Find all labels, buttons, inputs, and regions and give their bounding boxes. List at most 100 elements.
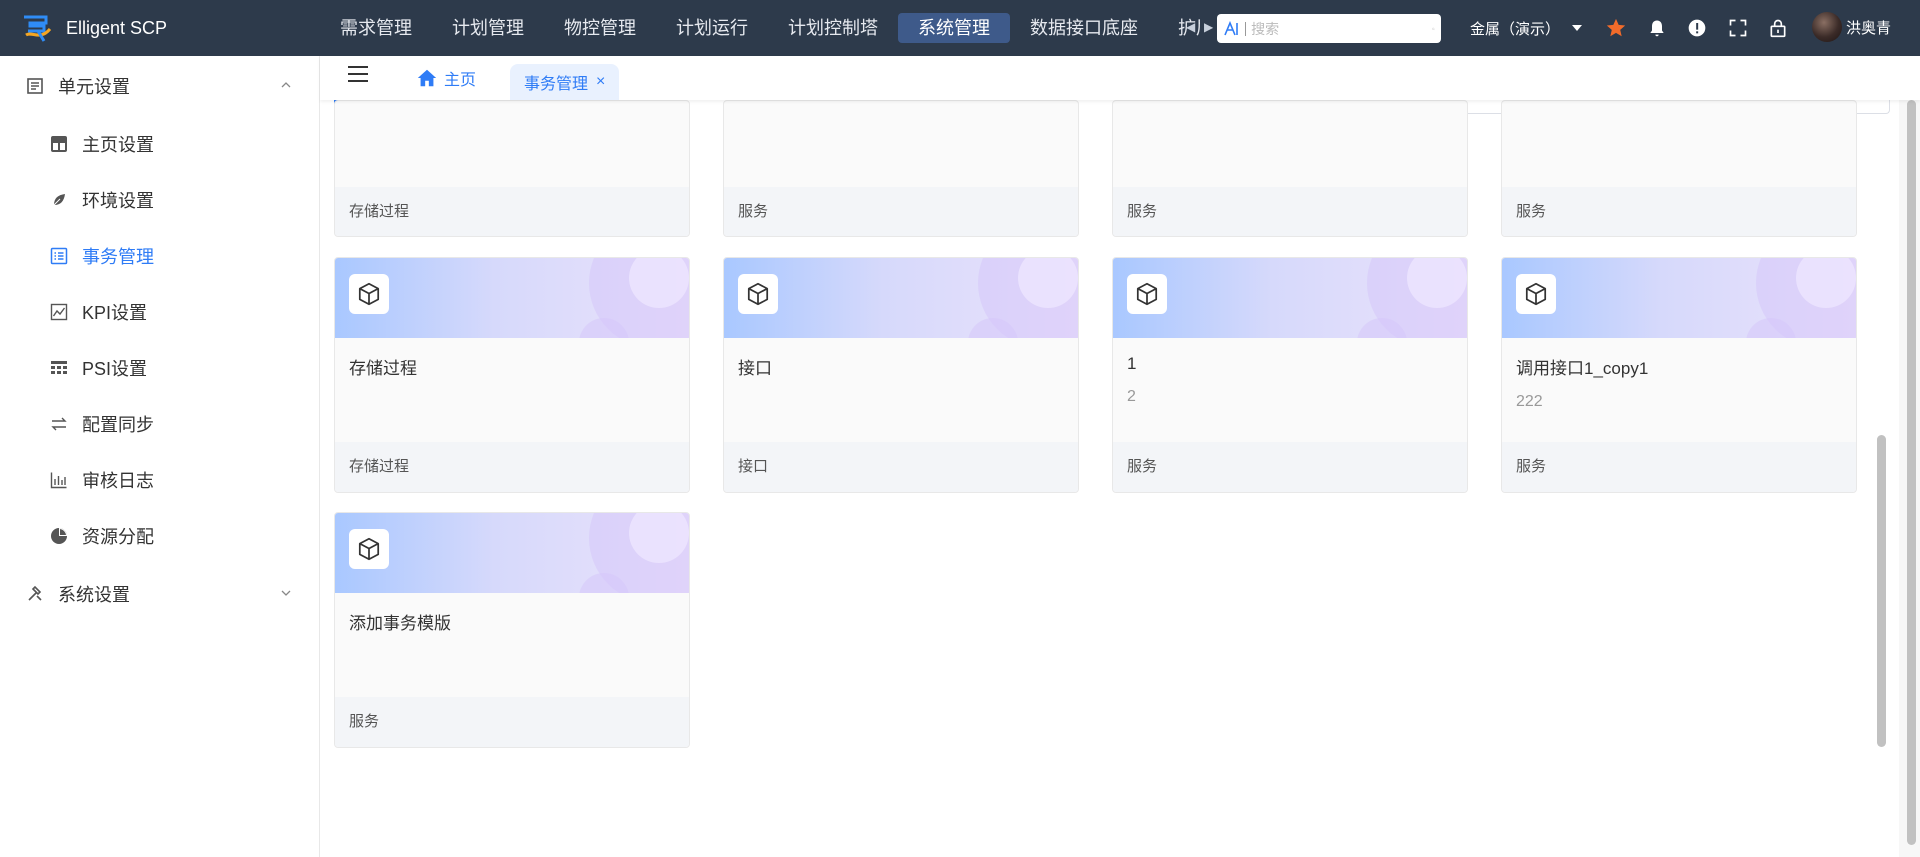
add-transaction-template-card[interactable]: 添加事务模版 服务	[334, 512, 690, 748]
logo-icon	[24, 15, 52, 42]
transaction-card[interactable]: 1 2 服务	[1112, 257, 1468, 493]
transaction-card[interactable]: 存储过程	[334, 100, 690, 237]
card-banner	[335, 513, 689, 593]
brand[interactable]: Elligent SCP	[0, 0, 320, 56]
card-title: 1	[1127, 354, 1137, 373]
fullscreen-icon[interactable]	[1726, 16, 1750, 40]
bell-icon[interactable]	[1645, 16, 1669, 40]
card-type: 存储过程	[335, 442, 689, 492]
global-search[interactable]	[1217, 14, 1441, 43]
document-icon	[24, 75, 46, 97]
cube-icon	[349, 274, 389, 314]
user-menu[interactable]: 洪奥青	[1812, 12, 1891, 42]
star-icon[interactable]	[1604, 16, 1628, 40]
nav-scroll-right-icon[interactable]: ▶	[1204, 20, 1213, 34]
transaction-card[interactable]: 服务	[1501, 100, 1857, 237]
swap-icon	[50, 415, 68, 433]
sidebar-item-home-settings[interactable]: 主页设置	[0, 116, 319, 172]
transaction-card[interactable]: 接口 接口	[723, 257, 1079, 493]
card-banner	[1113, 258, 1467, 338]
sidebar-item-label: 配置同步	[82, 415, 154, 435]
cube-icon	[1127, 274, 1167, 314]
nav-system[interactable]: 系统管理	[898, 13, 1010, 43]
top-header: Elligent SCP 需求管理 计划管理 物控管理 计划运行 计划控制塔 系…	[0, 0, 1920, 56]
card-type: 服务	[1113, 442, 1467, 492]
transaction-card[interactable]: 服务	[723, 100, 1079, 237]
sidebar-item-config-sync[interactable]: 配置同步	[0, 396, 319, 452]
sidebar-item-psi[interactable]: PSI设置	[0, 340, 319, 396]
search-input[interactable]	[1251, 20, 1433, 37]
caret-down-icon	[1572, 25, 1583, 31]
tab-label: 事务管理	[524, 76, 589, 93]
sidebar-item-resource-alloc[interactable]: 资源分配	[0, 508, 319, 564]
user-name: 洪奥青	[1846, 19, 1892, 37]
tab-home-label: 主页	[444, 72, 477, 89]
sidebar-item-label: PSI设置	[82, 359, 148, 379]
cube-icon	[738, 274, 778, 314]
sidebar-item-label: KPI设置	[82, 303, 148, 323]
card-type: 服务	[1502, 187, 1856, 236]
brand-name: Elligent SCP	[66, 17, 168, 38]
cube-icon	[1516, 274, 1556, 314]
nav-plan[interactable]: 计划管理	[432, 13, 544, 43]
nav-control-tower[interactable]: 计划控制塔	[768, 13, 898, 43]
tabs-bar: 主页 事务管理 ×	[320, 56, 1920, 100]
transaction-card[interactable]: 存储过程 存储过程	[334, 257, 690, 493]
card-description: 2	[1127, 388, 1136, 405]
card-title: 添加事务模版	[349, 614, 451, 633]
alert-icon[interactable]	[1685, 16, 1709, 40]
sidebar-item-transaction-mgmt[interactable]: 事务管理	[0, 228, 319, 284]
card-type: 服务	[1502, 442, 1856, 492]
card-banner	[335, 258, 689, 338]
sidebar-group-label: 单元设置	[58, 77, 130, 97]
leaf-icon	[50, 191, 68, 209]
sidebar: 单元设置 主页设置 环境设置 事务管理 KPI设置 PSI设置 配置同步 审核日…	[0, 56, 320, 857]
sidebar-item-label: 主页设置	[82, 135, 154, 155]
search-icon[interactable]	[1432, 21, 1435, 37]
transaction-card[interactable]: 调用接口1_copy1 222 服务	[1501, 257, 1857, 493]
card-title: 接口	[738, 359, 772, 378]
main-nav: 需求管理 计划管理 物控管理 计划运行 计划控制塔 系统管理 数据接口底座 扩展	[320, 0, 1200, 56]
sidebar-item-audit-log[interactable]: 审核日志	[0, 452, 319, 508]
card-description: 222	[1516, 393, 1543, 410]
transaction-card[interactable]: 服务	[1112, 100, 1468, 237]
nav-scroll-left-icon[interactable]: ◀	[1186, 20, 1195, 34]
page-scrollbar-thumb[interactable]	[1907, 100, 1916, 845]
tab-transaction-mgmt[interactable]: 事务管理 ×	[510, 64, 620, 100]
nav-plan-run[interactable]: 计划运行	[656, 13, 768, 43]
dashboard-icon	[50, 135, 68, 153]
card-type: 存储过程	[335, 187, 689, 236]
cube-icon	[349, 529, 389, 569]
nav-demand[interactable]: 需求管理	[320, 13, 432, 43]
sidebar-item-label: 事务管理	[82, 247, 154, 267]
card-type: 服务	[335, 697, 689, 747]
sidebar-item-label: 资源分配	[82, 527, 154, 547]
home-icon	[417, 69, 437, 87]
tab-home[interactable]: 主页	[416, 66, 476, 90]
nav-data-interface[interactable]: 数据接口底座	[1010, 13, 1158, 43]
sidebar-group-system-settings[interactable]: 系统设置	[0, 564, 319, 624]
ai-icon[interactable]	[1223, 20, 1239, 38]
sidebar-item-env-settings[interactable]: 环境设置	[0, 172, 319, 228]
lock-icon[interactable]	[1766, 16, 1790, 40]
nav-material[interactable]: 物控管理	[544, 13, 656, 43]
sidebar-item-label: 审核日志	[82, 471, 154, 491]
list-icon	[50, 247, 68, 265]
card-type: 接口	[724, 442, 1078, 492]
card-title: 存储过程	[349, 359, 417, 378]
card-title: 调用接口1_copy1	[1516, 359, 1649, 378]
menu-toggle-icon[interactable]	[348, 66, 368, 84]
sidebar-group-unit-settings[interactable]: 单元设置	[0, 56, 319, 116]
company-name: 金属（演示）	[1470, 20, 1561, 38]
card-banner	[724, 258, 1078, 338]
close-icon[interactable]: ×	[596, 73, 605, 91]
sidebar-group-label: 系统设置	[58, 585, 130, 605]
grid-icon	[50, 359, 68, 377]
avatar	[1812, 12, 1842, 42]
company-selector[interactable]: 金属（演示）	[1470, 0, 1583, 56]
chevron-down-icon	[281, 590, 291, 596]
content-scrollbar-thumb[interactable]	[1877, 435, 1886, 747]
sidebar-item-kpi[interactable]: KPI设置	[0, 284, 319, 340]
tools-icon	[24, 583, 46, 605]
card-type: 服务	[1113, 187, 1467, 236]
